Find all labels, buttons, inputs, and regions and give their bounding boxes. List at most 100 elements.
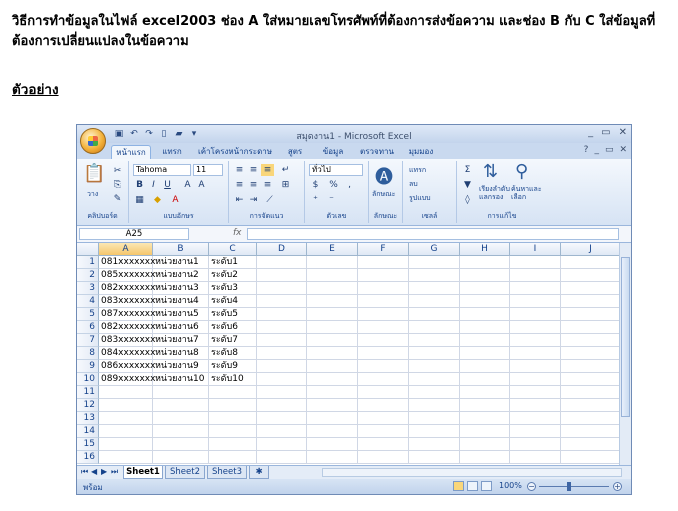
cell[interactable] [209, 438, 257, 451]
cell[interactable]: 087xxxxxxx [99, 308, 155, 321]
cell[interactable]: ระดับ3 [209, 282, 257, 295]
horizontal-scrollbar[interactable] [322, 468, 622, 477]
cell[interactable] [358, 308, 409, 321]
cell[interactable] [409, 256, 460, 269]
cell[interactable] [510, 308, 561, 321]
cell[interactable]: หน่วยงาน6 [153, 321, 209, 334]
cell[interactable]: หน่วยงาน10 [153, 373, 209, 386]
cell[interactable] [307, 451, 358, 464]
cell[interactable] [307, 295, 358, 308]
cell[interactable]: หน่วยงาน3 [153, 282, 209, 295]
autosum-icon[interactable]: Σ [461, 164, 474, 176]
cell[interactable] [510, 386, 561, 399]
row-header[interactable]: 7 [77, 334, 99, 347]
font-size-select[interactable]: 11 [193, 164, 223, 176]
close-button[interactable]: ✕ [619, 127, 627, 138]
cell[interactable] [358, 269, 409, 282]
cell[interactable] [257, 347, 307, 360]
cell[interactable] [460, 269, 510, 282]
cell[interactable] [460, 451, 510, 464]
cell[interactable] [257, 282, 307, 295]
cell[interactable] [257, 360, 307, 373]
cell[interactable] [257, 295, 307, 308]
cell[interactable] [510, 425, 561, 438]
cell[interactable] [153, 386, 209, 399]
cell[interactable]: 083xxxxxxx [99, 295, 155, 308]
column-header-d[interactable]: D [257, 243, 307, 256]
cell[interactable] [99, 412, 153, 425]
cell[interactable] [460, 425, 510, 438]
row-header[interactable]: 2 [77, 269, 99, 282]
column-header-g[interactable]: G [409, 243, 460, 256]
cell[interactable]: หน่วยงาน5 [153, 308, 209, 321]
cell[interactable] [561, 386, 619, 399]
cell[interactable] [510, 399, 561, 412]
row-header[interactable]: 9 [77, 360, 99, 373]
zoom-out-button[interactable]: − [527, 482, 536, 491]
cell[interactable]: 085xxxxxxx [99, 269, 155, 282]
row-header[interactable]: 12 [77, 399, 99, 412]
cell[interactable] [460, 334, 510, 347]
cell[interactable] [510, 269, 561, 282]
cell[interactable] [561, 360, 619, 373]
cell[interactable] [510, 347, 561, 360]
cell[interactable] [561, 295, 619, 308]
cell[interactable] [561, 334, 619, 347]
cell[interactable] [510, 412, 561, 425]
cell[interactable]: 082xxxxxxx [99, 282, 155, 295]
cell[interactable] [561, 321, 619, 334]
row-header[interactable]: 5 [77, 308, 99, 321]
column-header-i[interactable]: I [510, 243, 561, 256]
cell[interactable] [307, 256, 358, 269]
cell[interactable] [358, 412, 409, 425]
minimize-button[interactable]: _ [588, 127, 593, 138]
sort-filter-icon[interactable]: ⇅ [483, 161, 498, 182]
tab-insert[interactable]: แทรก [157, 145, 187, 159]
column-header-c[interactable]: C [209, 243, 257, 256]
zoom-slider-thumb[interactable] [567, 482, 571, 491]
increase-indent-icon[interactable]: ⇥ [247, 194, 260, 206]
fill-icon[interactable]: ▼ [461, 179, 474, 191]
sheet-nav-last-icon[interactable]: ⏭ [111, 467, 118, 477]
shrink-font-icon[interactable]: A [195, 179, 208, 191]
cell[interactable]: ระดับ2 [209, 269, 257, 282]
cell[interactable] [409, 373, 460, 386]
cell[interactable] [307, 425, 358, 438]
merge-center-icon[interactable]: ⊞ [279, 179, 292, 191]
cell[interactable] [307, 334, 358, 347]
cell[interactable] [510, 321, 561, 334]
cell[interactable] [409, 321, 460, 334]
cell[interactable] [460, 373, 510, 386]
copy-icon[interactable]: ⎘ [111, 179, 124, 191]
increase-decimal-icon[interactable]: ⁺ [309, 194, 322, 206]
comma-button[interactable]: , [343, 179, 356, 191]
cell[interactable] [307, 321, 358, 334]
cell[interactable] [307, 438, 358, 451]
cell[interactable] [257, 451, 307, 464]
cell[interactable] [409, 308, 460, 321]
column-header-b[interactable]: B [153, 243, 209, 256]
cell[interactable]: 084xxxxxxx [99, 347, 155, 360]
cell[interactable] [510, 282, 561, 295]
underline-button[interactable]: U [161, 179, 174, 191]
styles-icon[interactable]: 🅐 [375, 163, 393, 189]
cell[interactable] [460, 399, 510, 412]
tab-review[interactable]: ตรวจทาน [357, 145, 397, 159]
column-header-a[interactable]: A [99, 243, 153, 256]
cell[interactable] [409, 269, 460, 282]
sheet-nav-prev-icon[interactable]: ◀ [91, 467, 97, 476]
cell[interactable] [358, 451, 409, 464]
find-select-icon[interactable]: ⚲ [515, 161, 528, 182]
formula-input[interactable] [247, 228, 619, 240]
cell[interactable] [409, 425, 460, 438]
cell[interactable] [153, 399, 209, 412]
orientation-icon[interactable]: ⟋ [263, 194, 276, 206]
bold-button[interactable]: B [133, 179, 146, 191]
cell[interactable] [358, 399, 409, 412]
cell[interactable] [257, 308, 307, 321]
align-bottom-icon[interactable]: ≡ [261, 164, 274, 176]
zoom-slider-track[interactable] [539, 486, 609, 487]
cell[interactable]: หน่วยงาน7 [153, 334, 209, 347]
number-format-select[interactable]: ทั่วไป [309, 164, 363, 176]
save-icon[interactable]: ▣ [113, 128, 125, 140]
